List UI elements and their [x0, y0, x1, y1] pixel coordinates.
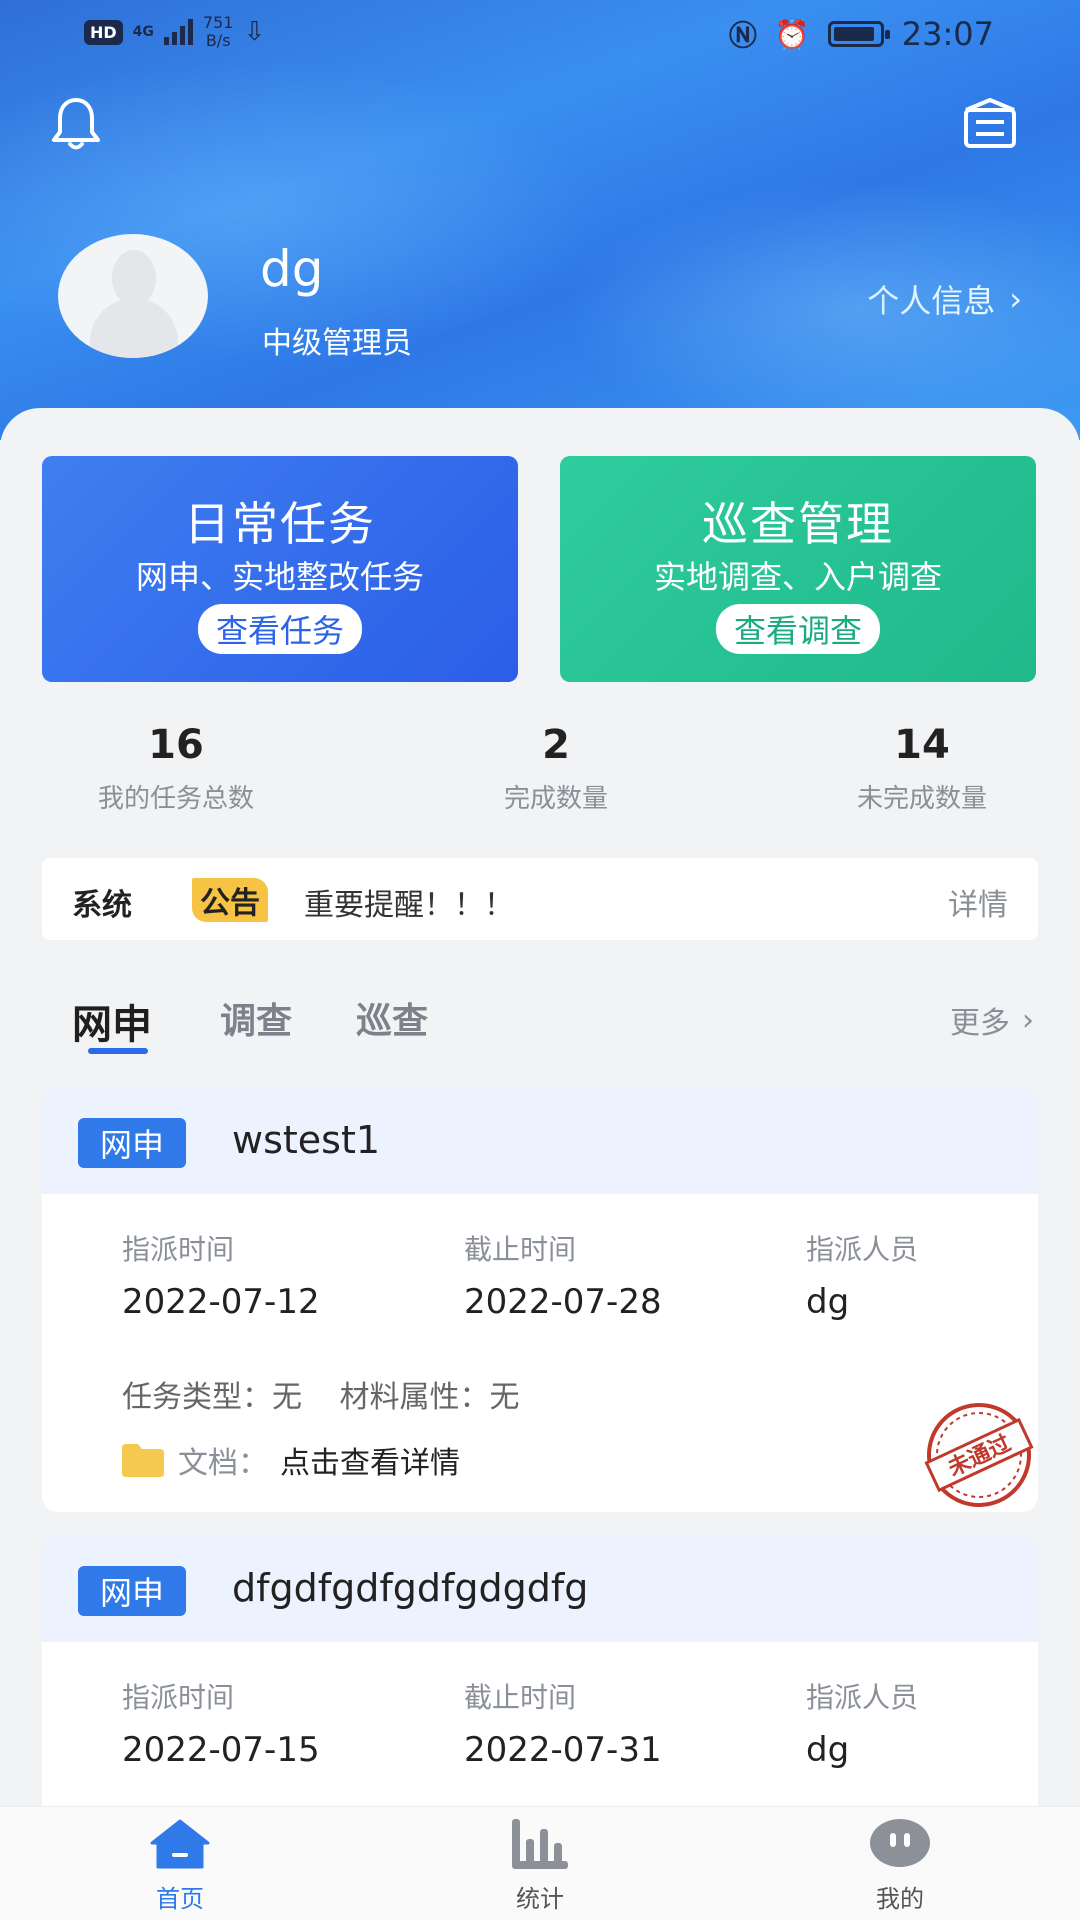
field-label: 指派时间 [122, 1681, 235, 1714]
personal-info-link[interactable]: 个人信息 › [867, 276, 1022, 322]
doc-link-text[interactable]: 点击查看详情 [280, 1438, 460, 1482]
field-label: 指派人员 [806, 1233, 919, 1266]
usb-icon: ⇩ [243, 17, 266, 47]
more-link[interactable]: 更多 › [950, 998, 1034, 1042]
deadline: 截止时间 2022-07-28 [464, 1228, 662, 1322]
field-label: 截止时间 [464, 1681, 577, 1714]
field-label: 指派时间 [122, 1233, 235, 1266]
notice-tag: 公告 [192, 878, 268, 922]
personal-info-label: 个人信息 [867, 282, 996, 320]
task-card-header: 网申 dfgdfgdfgdfgdgdfg [42, 1536, 1038, 1642]
nav-home[interactable]: 首页 [120, 1817, 240, 1914]
notice-detail-link[interactable]: 详情 [948, 880, 1008, 924]
stat-value: 14 [894, 722, 950, 768]
task-type-badge: 网申 [78, 1566, 187, 1616]
rejected-stamp-icon: 未通过 [924, 1403, 1034, 1507]
folder-icon [122, 1444, 164, 1477]
task-meta: 任务类型：无 材料属性：无 [122, 1372, 520, 1416]
profile-icon [870, 1819, 930, 1867]
home-icon [150, 1819, 210, 1869]
field-value: dg [806, 1282, 850, 1322]
stat-label: 我的任务总数 [97, 784, 254, 814]
deadline: 截止时间 2022-07-31 [464, 1676, 662, 1770]
nav-label: 我的 [876, 1885, 924, 1913]
task-card[interactable]: 网申 dfgdfgdfgdfgdgdfg 指派时间 2022-07-15 截止时… [42, 1536, 1038, 1826]
card-title: 日常任务 [184, 497, 376, 551]
chevron-right-icon: › [1009, 280, 1022, 318]
task-type-text: 任务类型：无 [122, 1380, 302, 1415]
assign-time: 指派时间 2022-07-12 [122, 1228, 320, 1322]
nav-label: 统计 [516, 1885, 564, 1913]
more-label: 更多 [950, 1006, 1010, 1041]
task-name: wstest1 [232, 1118, 381, 1162]
battery-icon [827, 21, 890, 47]
user-role: 中级管理员 [262, 326, 412, 361]
active-tab-indicator [88, 1048, 148, 1054]
field-value: 2022-07-15 [122, 1730, 320, 1770]
network-type: 4G [132, 24, 154, 40]
stat-incomplete: 14 未完成数量 [822, 722, 1022, 815]
nav-label: 首页 [156, 1885, 204, 1913]
profile-header: HD 4G 751 B/s ⇩ Ⓝ ⏰ 23:07 dg 中级管理员 个人信息 › [0, 0, 1080, 440]
card-subtitle: 网申、实地整改任务 [135, 558, 424, 596]
nfc-icon: Ⓝ [728, 19, 757, 52]
task-card-header: 网申 wstest1 [42, 1088, 1038, 1194]
signal-icon [163, 19, 193, 45]
hd-indicator: HD [84, 19, 123, 45]
notice-message: 重要提醒！！！ [304, 888, 514, 923]
tab-survey[interactable]: 调查 [220, 992, 292, 1044]
field-value: 2022-07-31 [464, 1730, 662, 1770]
username: dg [260, 240, 324, 298]
task-list-icon[interactable] [960, 96, 1020, 152]
assignee: 指派人员 dg [806, 1228, 918, 1322]
tab-online-apply[interactable]: 网申 [72, 992, 152, 1050]
net-speed: 751 B/s [202, 13, 234, 50]
stat-completed: 2 完成数量 [456, 722, 656, 815]
tab-patrol[interactable]: 巡查 [356, 992, 428, 1044]
bar-chart-icon [512, 1819, 568, 1869]
stat-total: 16 我的任务总数 [76, 722, 276, 815]
assign-time: 指派时间 2022-07-15 [122, 1676, 320, 1770]
stat-label: 未完成数量 [856, 784, 987, 814]
view-tasks-button[interactable]: 查看任务 [197, 604, 363, 654]
task-card[interactable]: 网申 wstest1 指派时间 2022-07-12 截止时间 2022-07-… [42, 1088, 1038, 1512]
nav-mine[interactable]: 我的 [840, 1817, 960, 1914]
notice-sys-label: 系统 [72, 888, 132, 923]
stat-label: 完成数量 [503, 784, 608, 814]
view-survey-button[interactable]: 查看调查 [715, 604, 881, 654]
card-subtitle: 实地调查、入户调查 [653, 558, 942, 596]
card-title: 巡查管理 [702, 497, 894, 551]
stat-value: 16 [148, 722, 204, 768]
stat-value: 2 [542, 722, 570, 768]
alarm-icon: ⏰ [774, 17, 810, 51]
assignee: 指派人员 dg [806, 1676, 918, 1770]
field-label: 指派人员 [806, 1681, 919, 1714]
bell-icon[interactable] [50, 96, 102, 152]
material-attr-text: 材料属性：无 [339, 1380, 520, 1415]
nav-statistics[interactable]: 统计 [480, 1817, 600, 1914]
inspection-card[interactable]: 巡查管理 实地调查、入户调查 查看调查 [560, 456, 1036, 682]
avatar[interactable] [58, 234, 208, 358]
chevron-right-icon: › [1022, 1002, 1034, 1038]
bottom-navigation: 首页 统计 我的 [0, 1806, 1080, 1920]
field-value: dg [806, 1730, 850, 1770]
task-type-badge: 网申 [78, 1118, 187, 1168]
task-name: dfgdfgdfgdfgdgdfg [232, 1566, 589, 1610]
daily-tasks-card[interactable]: 日常任务 网申、实地整改任务 查看任务 [42, 456, 518, 682]
document-link[interactable]: 文档： 点击查看详情 [120, 1438, 460, 1482]
system-notice-bar[interactable]: 系统 公告 重要提醒！！！ 详情 [42, 858, 1038, 940]
status-bar: HD 4G 751 B/s ⇩ Ⓝ ⏰ 23:07 [0, 0, 1080, 66]
field-label: 截止时间 [464, 1233, 577, 1266]
field-value: 2022-07-12 [122, 1282, 320, 1322]
doc-label: 文档： [178, 1446, 268, 1481]
field-value: 2022-07-28 [464, 1282, 662, 1322]
clock: 23:07 [901, 15, 994, 53]
